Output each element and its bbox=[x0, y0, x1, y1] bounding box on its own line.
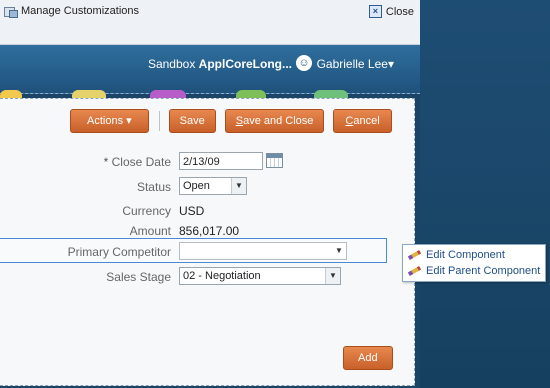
chevron-down-icon: ▾ bbox=[387, 57, 394, 71]
save-and-close-button[interactable]: Save and Close bbox=[224, 109, 325, 133]
tab-peek-yellow bbox=[0, 90, 22, 98]
close-date-input[interactable]: 2/13/09 bbox=[179, 152, 263, 170]
close-label: Close bbox=[385, 5, 414, 18]
save-close-mnemonic: S bbox=[235, 115, 244, 127]
sandbox-name: ApplCoreLong... bbox=[198, 57, 292, 71]
cancel-label: ancel bbox=[353, 115, 380, 127]
primary-competitor-select[interactable]: ▼ bbox=[179, 242, 347, 260]
cancel-button[interactable]: Cancel bbox=[333, 109, 392, 133]
calendar-icon[interactable] bbox=[266, 153, 283, 168]
sales-stage-row: Sales Stage 02 - Negotiation ▼ bbox=[0, 267, 414, 287]
actions-label: Actions bbox=[87, 115, 124, 127]
app-header: Sandbox ApplCoreLong... ☺ Gabrielle Lee▾ bbox=[0, 45, 420, 94]
sales-stage-select[interactable]: 02 - Negotiation ▼ bbox=[179, 267, 341, 285]
manage-customizations-title: Manage Customizations bbox=[4, 5, 140, 18]
save-close-label: ave and Close bbox=[243, 115, 314, 127]
amount-value: 856,017.00 bbox=[179, 224, 240, 238]
sales-stage-label: Sales Stage bbox=[106, 270, 171, 284]
close-icon: × bbox=[368, 5, 382, 18]
edit-component-label: Edit Component bbox=[426, 249, 505, 261]
toolbar-separator bbox=[158, 111, 160, 131]
currency-row: Currency USD bbox=[0, 201, 414, 221]
chevron-down-icon: ▼ bbox=[231, 178, 246, 194]
button-toolbar: Actions ▾ Save Save and Close Cancel bbox=[70, 109, 401, 133]
amount-label: Amount bbox=[129, 224, 171, 238]
accessibility-icon[interactable]: ☺ bbox=[296, 55, 312, 71]
tab-peek-teal bbox=[314, 90, 348, 98]
sales-stage-value: 02 - Negotiation bbox=[183, 270, 261, 282]
edit-pencil-icon bbox=[408, 250, 422, 260]
primary-competitor-label: Primary Competitor bbox=[67, 245, 171, 259]
sandbox-prefix: Sandbox bbox=[147, 57, 199, 71]
close-button[interactable]: × Close bbox=[368, 5, 414, 18]
chevron-down-icon: ▾ bbox=[126, 115, 132, 127]
add-button[interactable]: Add bbox=[343, 346, 393, 370]
status-select[interactable]: Open ▼ bbox=[179, 177, 247, 195]
save-button[interactable]: Save bbox=[168, 109, 216, 133]
status-label: Status bbox=[136, 180, 171, 194]
edit-parent-component-item[interactable]: Edit Parent Component bbox=[403, 263, 545, 279]
currency-label: Currency bbox=[122, 204, 171, 218]
chevron-down-icon: ▼ bbox=[325, 268, 340, 284]
tab-peek-purple bbox=[150, 90, 186, 98]
required-mark: * bbox=[103, 155, 109, 169]
primary-competitor-row: Primary Competitor ▼ bbox=[0, 242, 414, 262]
status-row: Status Open ▼ bbox=[0, 177, 414, 197]
user-menu[interactable]: Gabrielle Lee▾ bbox=[317, 57, 394, 71]
close-date-label: * Close Date bbox=[104, 155, 171, 169]
manage-customizations-label: Manage Customizations bbox=[21, 5, 140, 17]
chevron-down-icon: ▼ bbox=[332, 243, 346, 259]
status-value: Open bbox=[183, 180, 210, 192]
manage-customizations-bar: Manage Customizations × Close bbox=[0, 0, 420, 45]
component-context-menu: Edit Component Edit Parent Component bbox=[402, 244, 546, 282]
edit-component-item[interactable]: Edit Component bbox=[403, 247, 545, 263]
tab-peek-green bbox=[236, 90, 266, 98]
tab-peek-olive bbox=[72, 90, 106, 98]
user-name: Gabrielle Lee bbox=[316, 57, 388, 71]
sandbox-indicator[interactable]: Sandbox ApplCoreLong... bbox=[148, 57, 292, 71]
actions-menu-button[interactable]: Actions ▾ bbox=[70, 109, 149, 133]
close-date-row: * Close Date 2/13/09 bbox=[0, 152, 414, 172]
edit-parent-component-label: Edit Parent Component bbox=[426, 265, 541, 277]
page-background bbox=[420, 0, 550, 388]
currency-value: USD bbox=[179, 204, 205, 218]
close-date-label-text: Close Date bbox=[111, 155, 171, 169]
customize-icon bbox=[4, 6, 18, 18]
